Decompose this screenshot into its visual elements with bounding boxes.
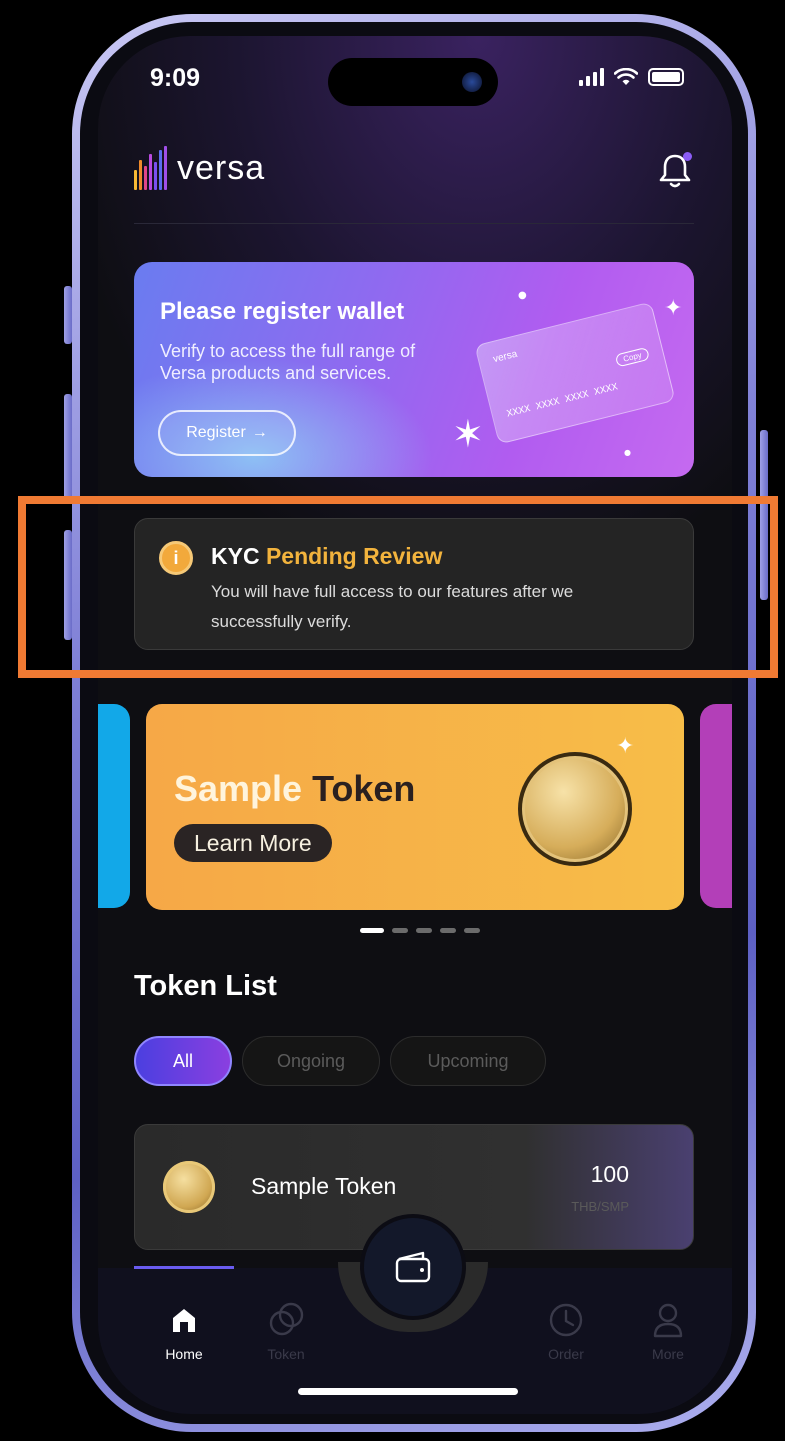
carousel-slide-next[interactable] xyxy=(700,704,732,908)
banner-title: Sample Token xyxy=(174,768,415,810)
register-description: Verify to access the full range of Versa… xyxy=(160,341,416,383)
register-title: Please register wallet xyxy=(160,298,405,325)
status-bar: 9:09 xyxy=(98,56,732,106)
pagination-dot[interactable] xyxy=(464,928,480,933)
register-wallet-card[interactable]: Please register wallet Verify to access … xyxy=(134,262,694,477)
dynamic-island xyxy=(328,58,498,106)
pagination-dot[interactable] xyxy=(360,928,384,933)
header-divider xyxy=(134,223,694,224)
logo-mark-icon xyxy=(134,146,167,190)
cellular-signal-icon xyxy=(579,68,604,86)
sparkle-icon: ● xyxy=(624,448,631,457)
wallet-card-illustration: versa Copy XXXX XXXX XXXX XXXX xyxy=(474,301,676,445)
app-header: versa xyxy=(98,146,732,226)
carousel-slide-previous[interactable] xyxy=(98,704,130,908)
side-button-action xyxy=(64,286,72,344)
banner-title-part-1: Sample xyxy=(174,768,303,809)
camera-dot xyxy=(462,72,482,92)
card-number: XXXX XXXX XXXX XXXX xyxy=(505,382,620,421)
carousel-pagination xyxy=(360,928,480,933)
sparkle-icon: ✦ xyxy=(616,734,635,759)
kyc-highlight-box xyxy=(18,496,778,678)
versa-logo[interactable]: versa xyxy=(134,146,265,190)
brand-name: versa xyxy=(177,148,266,187)
promo-carousel[interactable]: Sample Token Learn More ✦ xyxy=(98,704,732,910)
learn-more-button[interactable]: Learn More xyxy=(174,824,332,862)
pagination-dot[interactable] xyxy=(416,928,432,933)
token-coin-image xyxy=(518,752,632,866)
pagination-dot[interactable] xyxy=(392,928,408,933)
sparkle-icon: ✶ xyxy=(452,412,484,456)
arrow-right-icon: → xyxy=(251,424,268,441)
status-icons xyxy=(579,68,684,86)
banner-title-part-2: Token xyxy=(312,768,416,809)
battery-icon xyxy=(648,68,684,86)
sparkle-icon: ● xyxy=(518,290,527,301)
pagination-dot[interactable] xyxy=(440,928,456,933)
card-brand: versa xyxy=(492,348,519,366)
sparkle-icon: ✦ xyxy=(664,296,683,321)
register-button[interactable]: Register → xyxy=(158,410,296,456)
app-screen: 9:09 versa Please register wallet Verify… xyxy=(98,36,732,1414)
register-button-label: Register xyxy=(186,424,246,441)
notification-bell-icon[interactable] xyxy=(658,150,692,190)
wifi-icon xyxy=(614,68,638,85)
side-button-volume-up xyxy=(64,394,72,504)
status-time: 9:09 xyxy=(150,64,201,92)
card-copy-label: Copy xyxy=(615,346,650,368)
notification-dot xyxy=(683,152,692,161)
sample-token-banner[interactable]: Sample Token Learn More ✦ xyxy=(146,704,684,910)
